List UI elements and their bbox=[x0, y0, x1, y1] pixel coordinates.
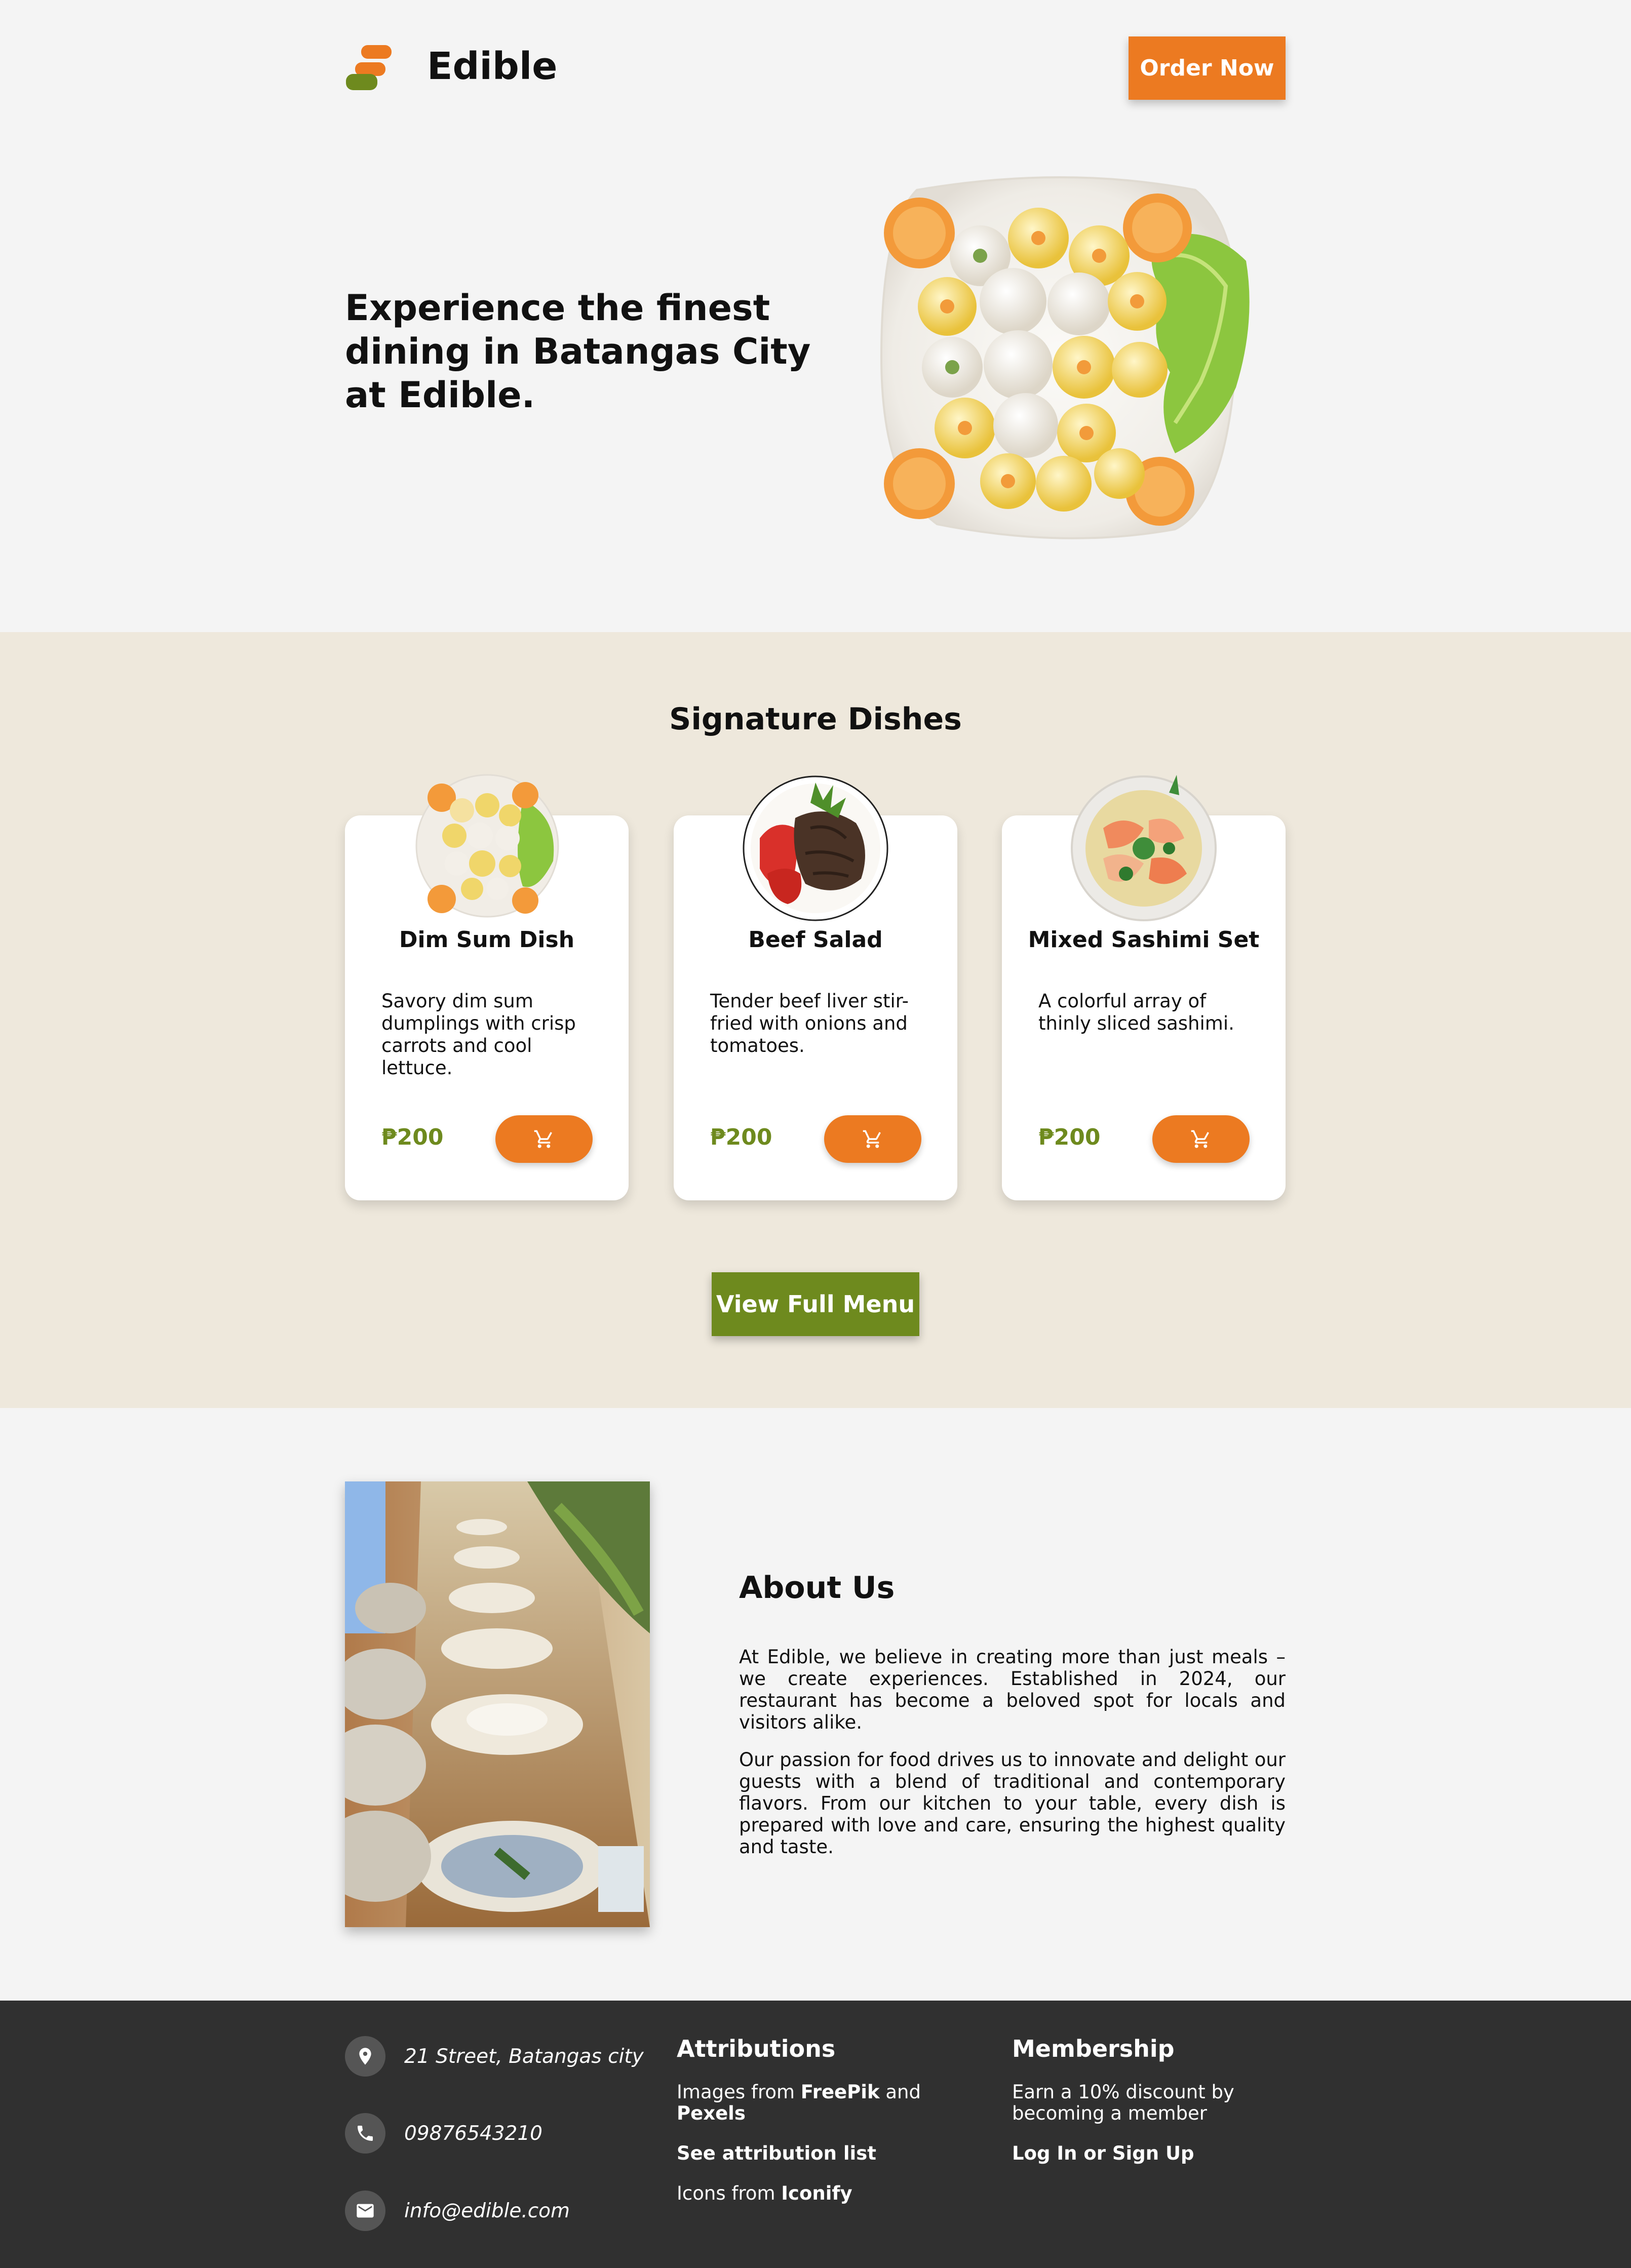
order-now-button[interactable]: Order Now bbox=[1129, 36, 1286, 100]
about-paragraph: At Edible, we believe in creating more t… bbox=[739, 1646, 1286, 1733]
membership-line: becoming a member bbox=[1012, 2102, 1207, 2124]
brand-name[interactable]: Edible bbox=[427, 45, 557, 88]
cart-icon bbox=[1191, 1130, 1209, 1148]
dining-table-image bbox=[345, 1481, 650, 1927]
footer-address: 21 Street, Batangas city bbox=[404, 2045, 644, 2068]
dish-name: Beef Salad bbox=[748, 927, 883, 953]
beef-salad-dish-image bbox=[743, 775, 888, 921]
dish-desc-line: A colorful array of bbox=[1038, 990, 1207, 1012]
iconify-link[interactable]: Iconify bbox=[781, 2182, 852, 2204]
footer-email[interactable]: info@edible.com bbox=[404, 2200, 570, 2222]
dish-desc-line: carrots and cool bbox=[381, 1035, 532, 1057]
footer-phone[interactable]: 09876543210 bbox=[404, 2122, 542, 2145]
dim-sum-plate-image bbox=[880, 176, 1250, 539]
dish-description: A colorful array of thinly sliced sashim… bbox=[1038, 990, 1261, 1035]
phone-icon bbox=[345, 2113, 385, 2154]
hero-title: Experience the finest dining in Batangas… bbox=[345, 286, 831, 417]
cart-icon bbox=[534, 1130, 552, 1148]
mixed-sashimi-dish-image bbox=[1071, 775, 1217, 921]
email-icon bbox=[345, 2191, 385, 2231]
hero-title-line: Experience the finest bbox=[345, 287, 770, 329]
hero-title-line: dining in Batangas City bbox=[345, 331, 811, 372]
about-paragraph: Our passion for food drives us to innova… bbox=[739, 1749, 1286, 1858]
dish-desc-line: tomatoes. bbox=[710, 1035, 805, 1057]
add-to-cart-button[interactable] bbox=[495, 1115, 593, 1163]
dish-desc-line: Tender beef liver stir- bbox=[710, 990, 909, 1012]
edible-logo[interactable] bbox=[346, 44, 392, 92]
dish-name: Dim Sum Dish bbox=[399, 927, 575, 953]
dish-desc-line: dumplings with crisp bbox=[381, 1012, 576, 1034]
dish-price: ₱200 bbox=[1038, 1124, 1101, 1150]
location-icon bbox=[345, 2036, 385, 2077]
membership-line: Earn a 10% discount by bbox=[1012, 2081, 1234, 2103]
attribution-list-link[interactable]: See attribution list bbox=[677, 2142, 876, 2164]
dish-price: ₱200 bbox=[381, 1124, 444, 1150]
dish-desc-line: thinly sliced sashimi. bbox=[1038, 1012, 1234, 1034]
dish-name: Mixed Sashimi Set bbox=[1028, 927, 1260, 953]
login-signup-link[interactable]: Log In or Sign Up bbox=[1012, 2142, 1194, 2164]
dish-desc-line: Savory dim sum bbox=[381, 990, 533, 1012]
dish-description: Savory dim sum dumplings with crisp carr… bbox=[381, 990, 604, 1079]
images-from-text: Images from bbox=[677, 2081, 795, 2103]
icons-attribution: Icons from Iconify bbox=[677, 2183, 852, 2204]
hero-title-line: at Edible. bbox=[345, 374, 535, 416]
freepik-link[interactable]: FreePik bbox=[801, 2081, 880, 2103]
membership-heading: Membership bbox=[1012, 2035, 1175, 2062]
add-to-cart-button[interactable] bbox=[1152, 1115, 1250, 1163]
dish-description: Tender beef liver stir- fried with onion… bbox=[710, 990, 933, 1057]
attributions-heading: Attributions bbox=[677, 2035, 836, 2062]
icons-from-text: Icons from bbox=[677, 2182, 775, 2204]
cart-icon bbox=[863, 1130, 881, 1148]
view-full-menu-button[interactable]: View Full Menu bbox=[712, 1272, 919, 1336]
dish-price: ₱200 bbox=[710, 1124, 772, 1150]
about-title: About Us bbox=[739, 1570, 895, 1606]
membership-text: Earn a 10% discount by becoming a member bbox=[1012, 2082, 1234, 2124]
and-text: and bbox=[885, 2081, 921, 2103]
section-title: Signature Dishes bbox=[669, 701, 962, 737]
about-line: Our passion for food drives us to innova… bbox=[739, 1749, 1286, 1771]
add-to-cart-button[interactable] bbox=[824, 1115, 921, 1163]
dish-desc-line: lettuce. bbox=[381, 1057, 453, 1079]
dim-sum-dish-image bbox=[415, 774, 559, 918]
images-attribution: Images from FreePik and Pexels bbox=[677, 2082, 940, 2124]
pexels-link[interactable]: Pexels bbox=[677, 2102, 746, 2124]
dish-desc-line: fried with onions and bbox=[710, 1012, 908, 1034]
